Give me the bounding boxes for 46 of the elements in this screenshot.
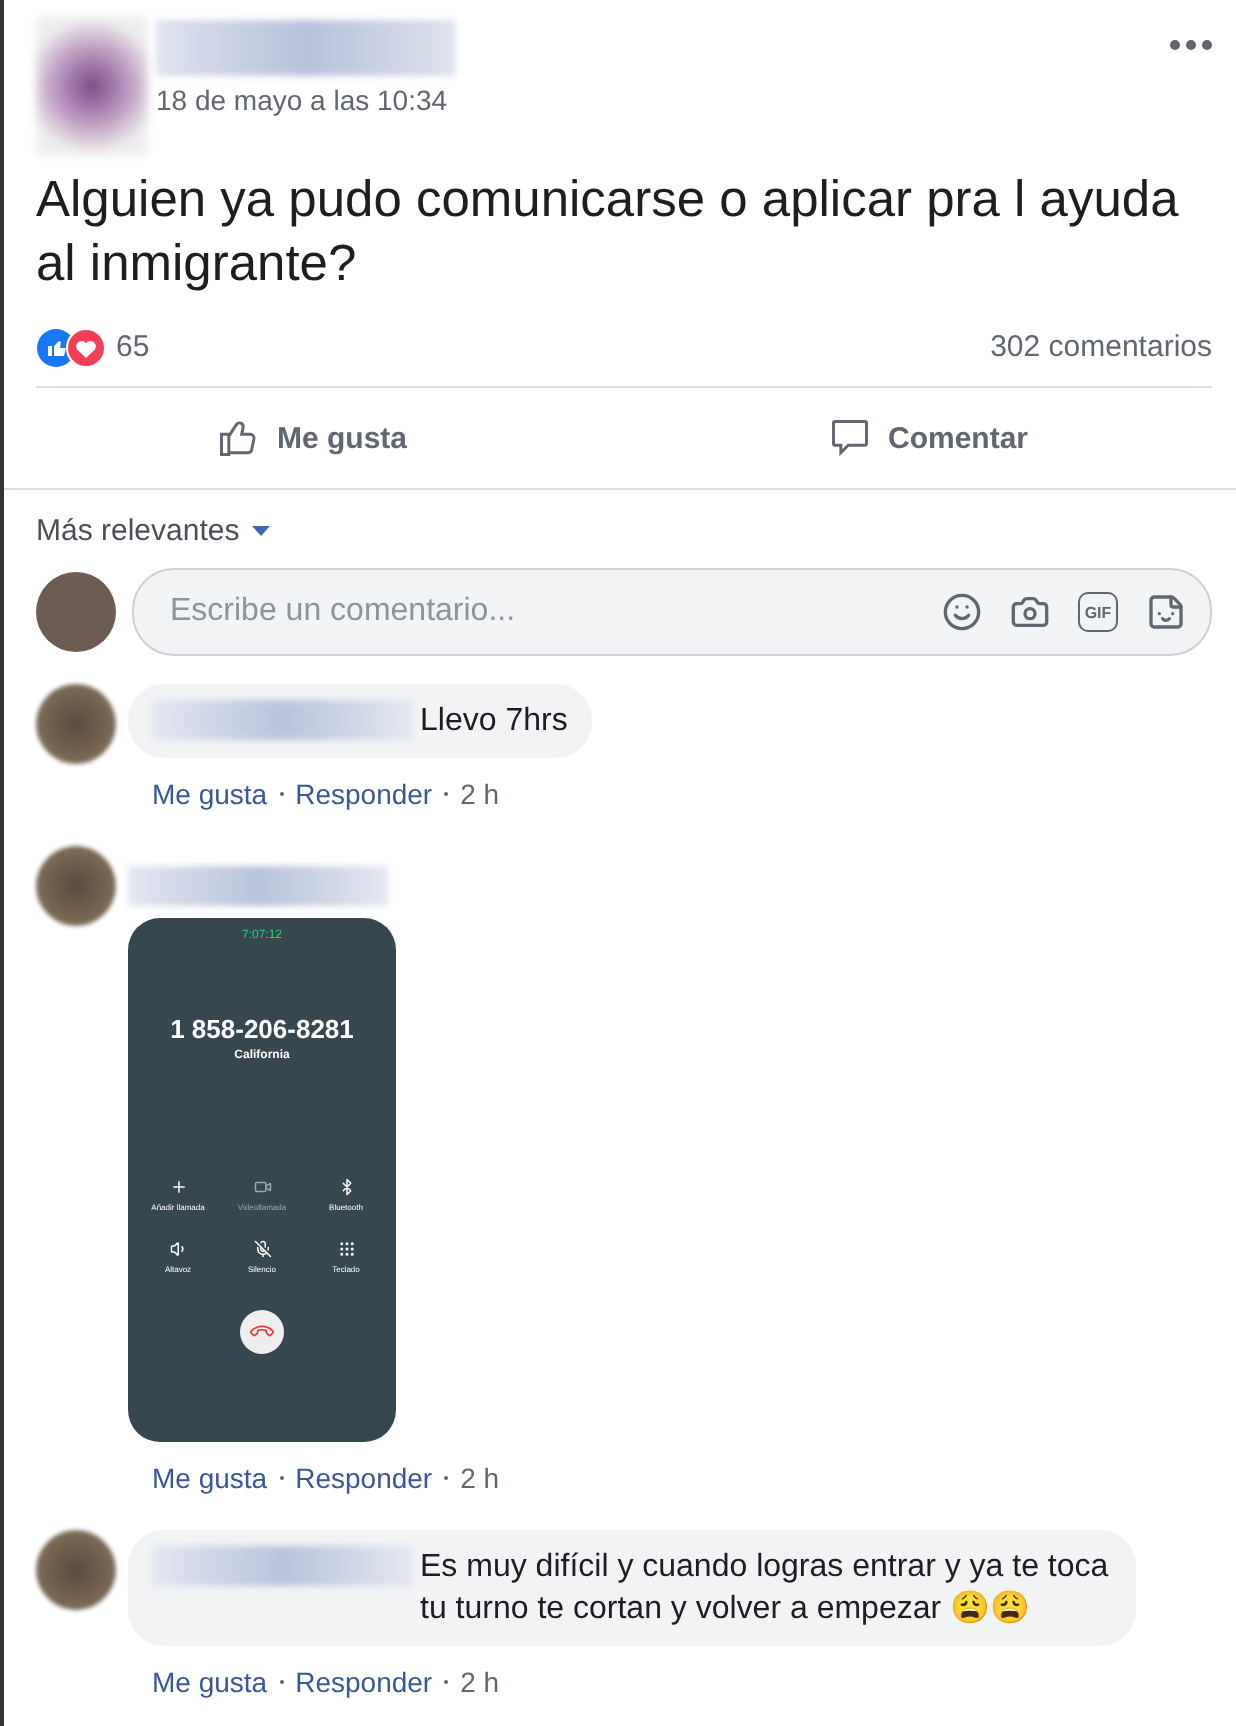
call-option-icon	[253, 1178, 271, 1196]
blurred-avatar	[36, 846, 116, 926]
call-option-icon	[169, 1178, 187, 1196]
sort-dropdown[interactable]: Más relevantes	[4, 490, 302, 560]
call-option-icon	[337, 1178, 355, 1196]
comment-count[interactable]: 302 comentarios	[990, 330, 1212, 364]
comment-button[interactable]: Comentar	[620, 388, 1236, 488]
call-option-icon	[253, 1240, 271, 1258]
comment-time: 2 h	[460, 1462, 500, 1494]
post-text: Alguien ya pudo comunicarse o aplicar pra l ayuda al inmigrante?	[34, 170, 1181, 296]
speech-bubble-icon	[827, 416, 872, 460]
comment-action-link[interactable]: Responder	[295, 1462, 433, 1494]
blurred-avatar	[36, 1530, 116, 1610]
separator-dot	[279, 1680, 284, 1684]
call-option-icon	[169, 1240, 187, 1258]
comment-action-link[interactable]: Responder	[295, 1666, 433, 1698]
blurred-avatar	[36, 16, 148, 156]
camera-icon[interactable]	[1010, 592, 1050, 632]
separator-dot	[279, 1476, 284, 1480]
separator-dot	[444, 1680, 449, 1684]
comment-input[interactable]: Escribe un comentario...	[166, 592, 914, 632]
comment-text: Es muy difícil y cuando logras entrar y ya te toca tu turno te cortan y volver a empezar 😩😩	[420, 1548, 1111, 1630]
comment-time: 2 h	[460, 778, 500, 810]
emoji-icon[interactable]	[942, 592, 982, 632]
comment-text: Llevo 7hrs	[420, 702, 568, 742]
gif-button[interactable]: GIF	[1078, 592, 1118, 632]
like-button[interactable]: Me gusta	[4, 388, 620, 488]
call-option-icon	[337, 1240, 355, 1258]
caret-icon	[251, 526, 270, 536]
comment-action-link[interactable]: Me gusta	[152, 1666, 268, 1698]
thumbs-up-icon	[216, 416, 261, 460]
phone-number: 1 858-206-8281	[170, 1014, 354, 1044]
reaction-count[interactable]: 65	[116, 330, 150, 364]
comment-time: 2 h	[460, 1666, 500, 1698]
reaction-icons	[36, 327, 108, 367]
sticker-icon[interactable]	[1146, 592, 1186, 632]
comment-action-link[interactable]: Me gusta	[152, 1462, 268, 1494]
comment-action-link[interactable]: Me gusta	[152, 778, 268, 810]
separator-dot	[444, 1476, 449, 1480]
comment-action-link[interactable]: Responder	[295, 778, 433, 810]
user-avatar	[36, 572, 116, 652]
separator-dot	[279, 792, 284, 796]
post-timestamp: 18 de mayo a las 10:34	[156, 84, 450, 116]
comment-field[interactable]: Escribe un comentario... GIF	[132, 568, 1212, 656]
blurred-avatar	[36, 684, 116, 764]
separator-dot	[444, 792, 449, 796]
